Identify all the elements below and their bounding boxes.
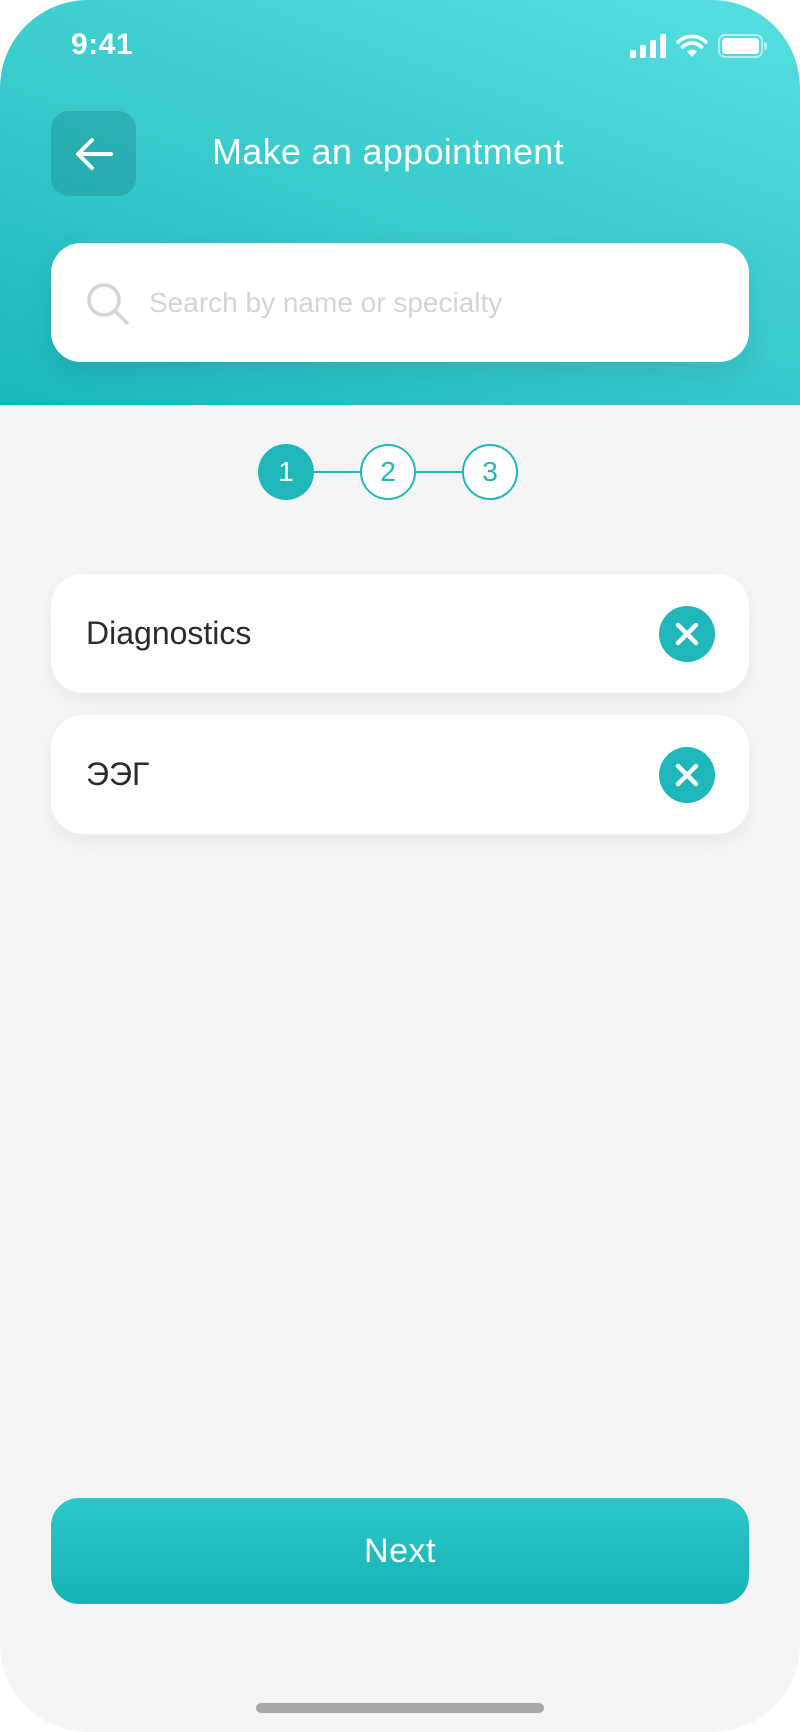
selected-item-label: ЭЭГ (86, 756, 150, 792)
home-indicator[interactable] (256, 1703, 544, 1713)
battery-icon (718, 34, 767, 58)
page-title: Make an appointment (212, 131, 564, 172)
search-box[interactable] (51, 243, 749, 362)
status-bar: 9:41 (0, 0, 800, 96)
step-3[interactable]: 3 (462, 444, 518, 500)
step-connector (414, 471, 464, 473)
cellular-signal-icon (630, 34, 666, 58)
selected-item-label: Diagnostics (86, 615, 252, 651)
close-icon (675, 763, 699, 787)
step-1[interactable]: 1 (258, 444, 314, 500)
selected-item-diagnostics: Diagnostics (51, 574, 749, 693)
search-input[interactable] (97, 243, 677, 362)
status-time: 9:41 (71, 28, 134, 61)
arrow-left-icon (75, 137, 113, 170)
next-button[interactable]: Next (51, 1498, 749, 1604)
step-connector (312, 471, 362, 473)
back-button[interactable] (51, 111, 136, 196)
app-screen: 9:41 Make an appointment Search by name … (0, 0, 800, 1732)
remove-item-button[interactable] (659, 747, 715, 803)
selected-item-eeg: ЭЭГ (51, 715, 749, 834)
header: 9:41 Make an appointment Search by name … (0, 0, 800, 405)
wifi-icon (676, 34, 708, 57)
step-2[interactable]: 2 (360, 444, 416, 500)
stepper: 1 2 3 (258, 444, 518, 500)
close-icon (675, 622, 699, 646)
status-icons (630, 34, 768, 58)
remove-item-button[interactable] (659, 606, 715, 662)
